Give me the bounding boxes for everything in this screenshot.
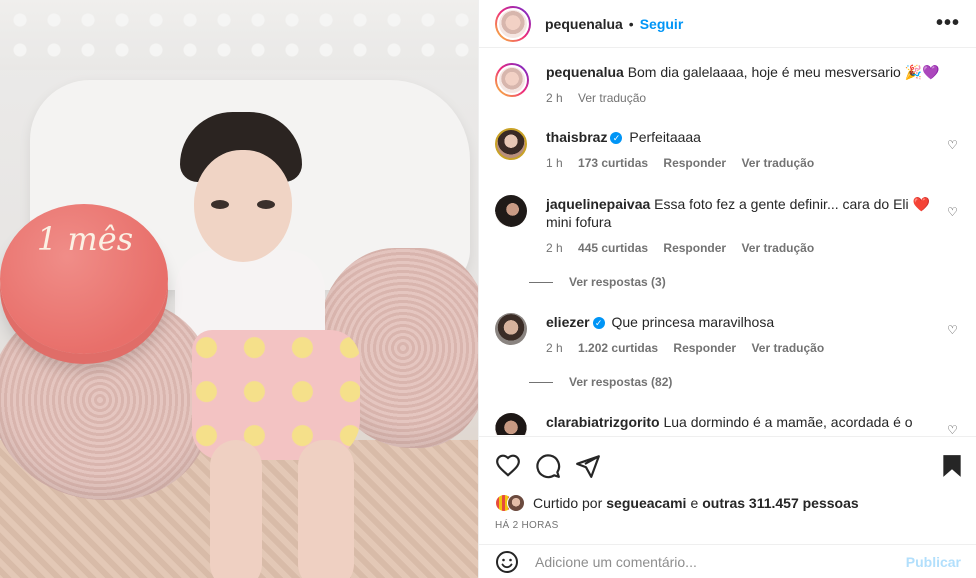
more-icon[interactable]: ••• [936,12,960,35]
translate-button[interactable]: Ver tradução [741,156,814,170]
post-time[interactable]: HÁ 2 HORAS [495,520,559,531]
comment-meta: 1 h 173 curtidas Responder Ver tradução [546,156,826,170]
comment-time[interactable]: 2 h [546,341,563,355]
cake-writing: 1 mês [36,220,134,258]
liker-avatar[interactable] [507,494,525,512]
translate-button[interactable]: Ver tradução [751,341,824,355]
caption-translate[interactable]: Ver tradução [578,91,646,105]
baby-leg-right [298,440,354,578]
comment-likes[interactable]: 173 curtidas [578,156,648,170]
verified-icon: ✓ [592,317,605,330]
reply-button[interactable]: Responder [663,156,726,170]
comment-text-row: clarabiatrizgorito Lua dormindo é a mamã… [546,413,946,431]
bookmark-icon[interactable] [939,453,965,479]
translate-button[interactable]: Ver tradução [741,241,814,255]
liked-by-others[interactable]: outras 311.457 pessoas [702,495,858,511]
commenter-avatar[interactable] [495,128,527,160]
baby-leg-left [210,440,262,578]
caption-text-row: pequenalua Bom dia galelaaaa, hoje é meu… [546,63,946,81]
comment-meta: 2 h 1.202 curtidas Responder Ver traduçã… [546,341,836,355]
comment-input[interactable] [535,553,906,570]
caption-text: Bom dia galelaaaa, hoje é meu mesversari… [627,64,940,80]
comment-username[interactable]: thaisbraz [546,129,607,145]
comment-meta: 2 h 445 curtidas Responder Ver tradução [546,241,826,255]
heart-icon[interactable]: ♡ [947,423,961,435]
commenter-avatar[interactable] [495,195,527,227]
post-side-panel: pequenalua • Seguir ••• pequenalua Bom d… [478,0,976,578]
post-photo[interactable]: 1 mês [0,0,478,578]
comments-list[interactable]: pequenalua Bom dia galelaaaa, hoje é meu… [479,49,976,435]
reply-button[interactable]: Responder [673,341,736,355]
verified-icon: ✓ [610,132,623,145]
comment-time[interactable]: 2 h [546,241,563,255]
lace-background [0,0,478,70]
caption-meta: 2 h Ver tradução [546,91,658,105]
caption-avatar[interactable] [495,63,529,97]
publish-button[interactable]: Publicar [906,554,961,570]
comment-username[interactable]: eliezer [546,314,590,330]
comment-text: Perfeitaaaa [629,129,701,145]
likes-row: Curtido por segueacami e outras 311.457 … [495,494,859,512]
author-avatar[interactable] [495,5,531,42]
heart-icon[interactable]: ♡ [947,205,961,219]
liked-by-user[interactable]: segueacami [606,495,686,511]
liked-by-connector: e [690,495,699,511]
follow-button[interactable]: Seguir [640,16,684,32]
liked-by-prefix: Curtido por [533,495,603,511]
emoji-icon[interactable] [495,550,519,574]
heart-icon[interactable]: ♡ [947,323,961,337]
comment-icon[interactable] [535,453,561,479]
comment-text: Lua dormindo é a mamãe, acordada é o [663,414,913,430]
comment-username[interactable]: clarabiatrizgorito [546,414,660,430]
view-replies-button[interactable]: Ver respostas (82) [529,375,672,389]
add-comment-bar: Publicar [479,544,976,578]
commenter-avatar[interactable] [495,413,527,435]
comment-text: Que princesa maravilhosa [611,314,775,330]
comment-text-row: eliezer ✓ Que princesa maravilhosa [546,313,946,331]
share-icon[interactable] [575,453,601,479]
view-replies-button[interactable]: Ver respostas (3) [529,275,666,289]
baby-eye-right [257,200,275,209]
heart-icon[interactable] [495,453,521,479]
separator-dot: • [628,15,634,32]
commenter-avatar[interactable] [495,313,527,345]
baby-face [194,150,292,262]
comment-likes[interactable]: 445 curtidas [578,241,648,255]
action-bar [479,436,976,494]
post-header: pequenalua • Seguir ••• [479,0,976,48]
baby-eye-left [211,200,229,209]
comment-time[interactable]: 1 h [546,156,563,170]
heart-icon[interactable]: ♡ [947,138,961,152]
comment-text-row: thaisbraz ✓ Perfeitaaaa [546,128,946,146]
author-username[interactable]: pequenalua [545,16,623,32]
comment-text-row: jaquelinepaivaa Essa foto fez a gente de… [546,195,946,231]
caption-time[interactable]: 2 h [546,91,563,105]
caption-username[interactable]: pequenalua [546,64,624,80]
comment-likes[interactable]: 1.202 curtidas [578,341,658,355]
comment-username[interactable]: jaquelinepaivaa [546,196,650,212]
reply-button[interactable]: Responder [663,241,726,255]
